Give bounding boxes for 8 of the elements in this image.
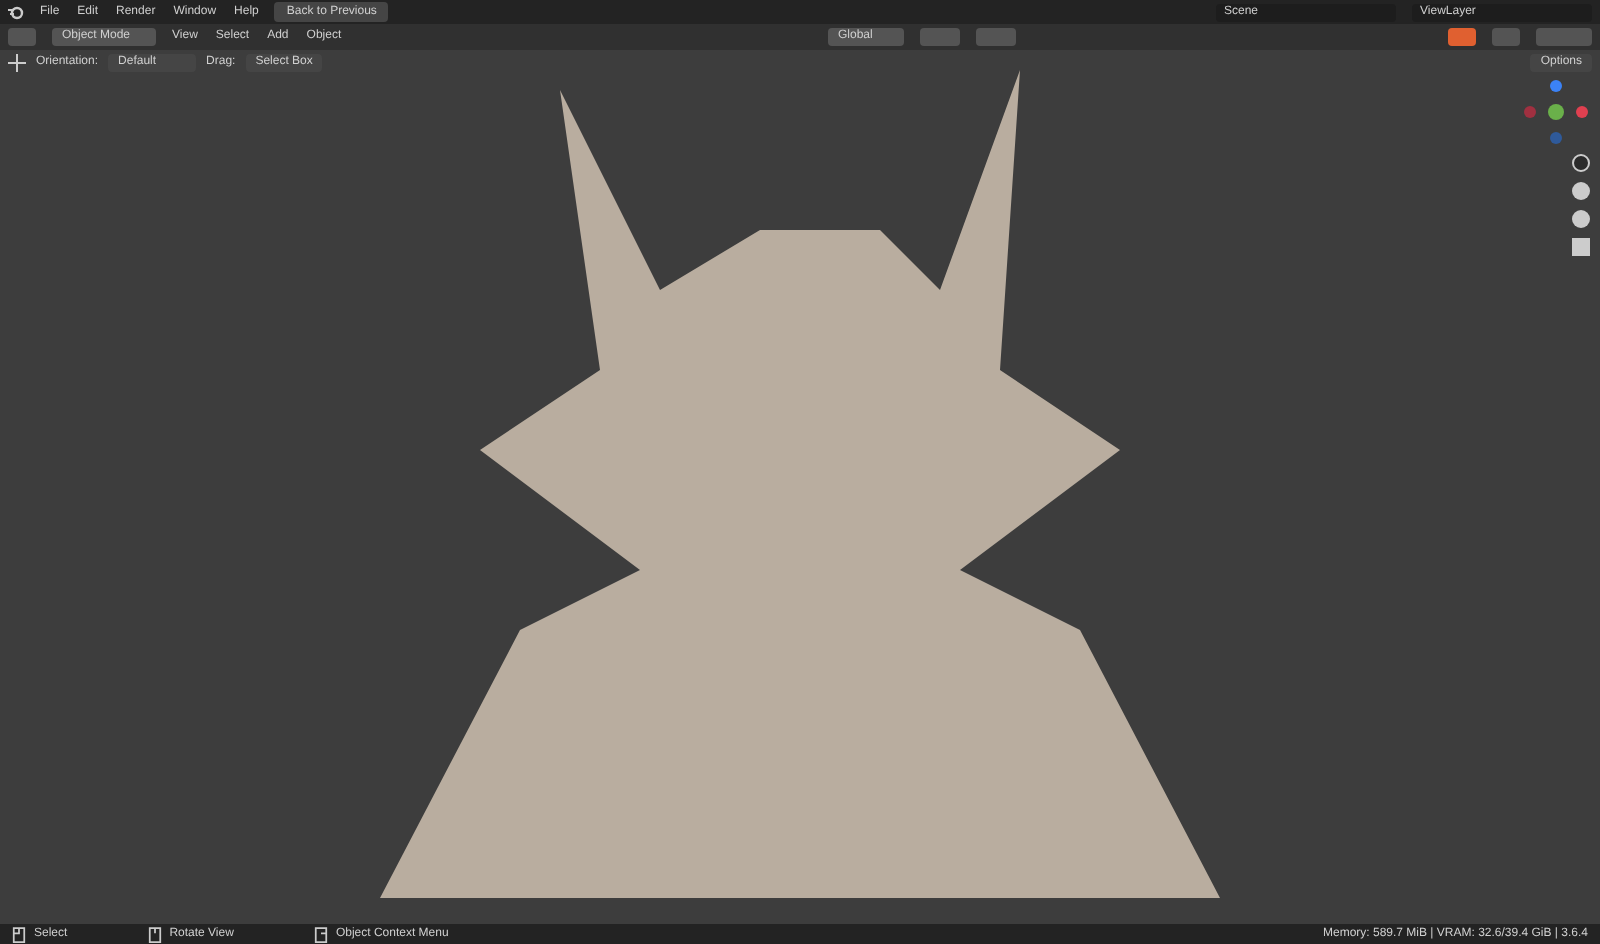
mouse-icon (313, 925, 328, 943)
blender-logo-icon[interactable] (8, 4, 24, 20)
overlay-button[interactable] (1448, 28, 1476, 46)
navigation-gizmo-icon[interactable] (1520, 78, 1592, 146)
mouse-icon (147, 925, 162, 943)
xray-button[interactable] (1492, 28, 1520, 46)
move-icon (8, 54, 26, 72)
mouse-icon (12, 925, 26, 943)
